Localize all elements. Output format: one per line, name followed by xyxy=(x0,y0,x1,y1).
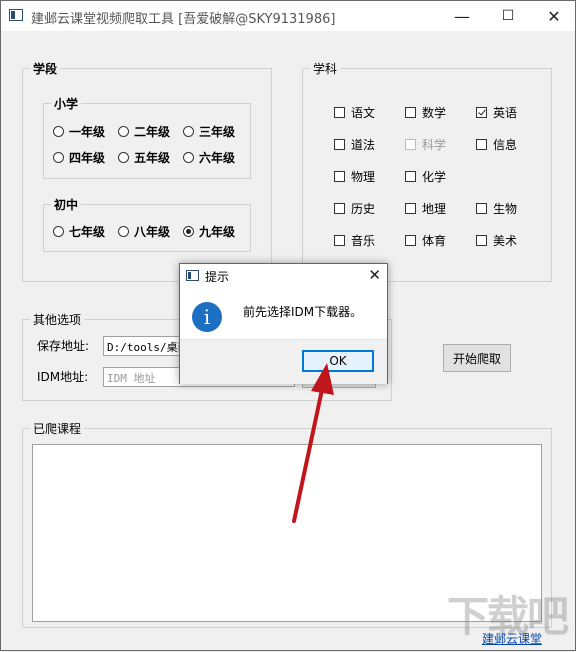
annotation-arrow xyxy=(292,363,334,523)
main-window: 建邺云课堂视频爬取工具 [吾爱破解@SKY9131986] — ☐ ✕ 学段 小… xyxy=(0,0,576,651)
arrow-shaft xyxy=(292,383,325,523)
arrow-head xyxy=(311,363,334,395)
